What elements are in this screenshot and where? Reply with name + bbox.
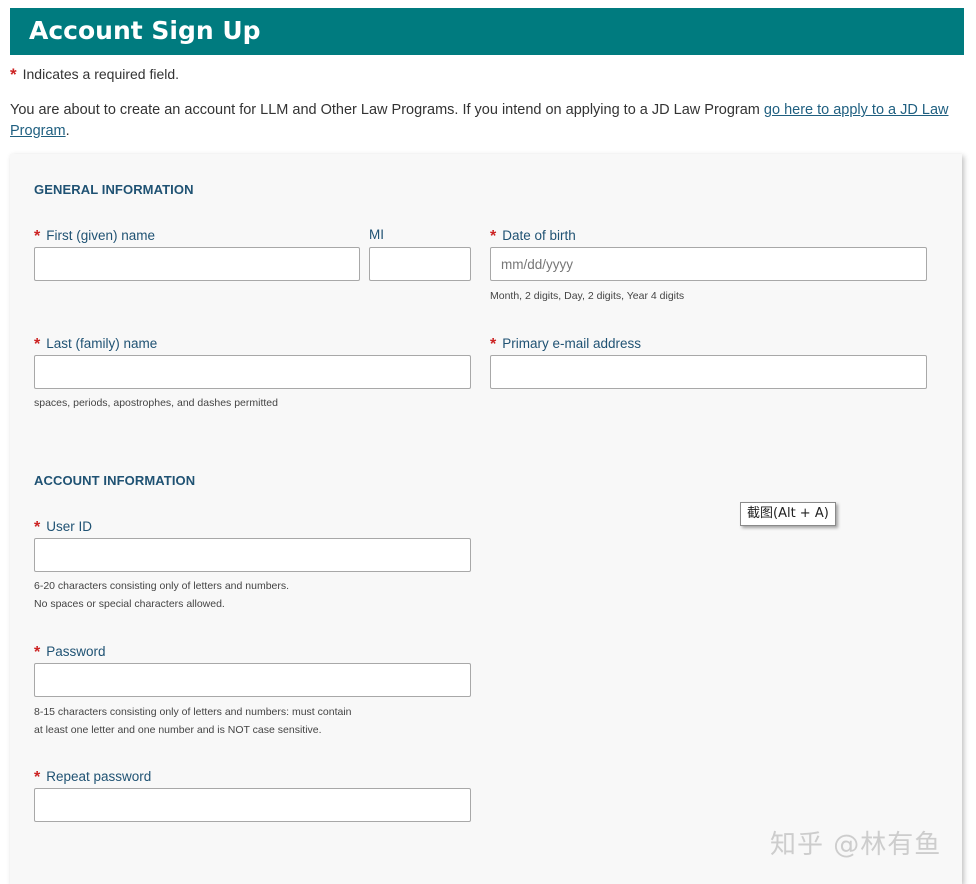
last-name-hint: spaces, periods, apostrophes, and dashes…	[34, 397, 278, 409]
first-name-input[interactable]	[34, 247, 360, 281]
repeat-password-label-text: Repeat password	[46, 769, 152, 784]
required-star: *	[34, 644, 41, 661]
account-information-heading: ACCOUNT INFORMATION	[34, 473, 196, 488]
intro-text: You are about to create an account for L…	[10, 102, 764, 118]
password-label: * Password	[34, 643, 106, 661]
dob-input[interactable]	[490, 247, 927, 281]
mi-label: MI	[369, 227, 384, 242]
first-name-label: * First (given) name	[34, 227, 155, 245]
user-id-input[interactable]	[34, 538, 471, 572]
required-star: *	[490, 336, 497, 353]
required-star: *	[490, 228, 497, 245]
signup-form-panel: GENERAL INFORMATION * First (given) name …	[10, 154, 962, 884]
mi-label-text: MI	[369, 227, 384, 242]
last-name-input[interactable]	[34, 355, 471, 389]
user-id-label: * User ID	[34, 518, 92, 536]
email-label-text: Primary e-mail address	[502, 336, 642, 351]
zhihu-watermark: 知乎 @林有鱼	[770, 830, 942, 860]
last-name-label: * Last (family) name	[34, 335, 157, 353]
password-hint-1: 8-15 characters consisting only of lette…	[34, 706, 352, 718]
mi-input[interactable]	[369, 247, 471, 281]
password-hint-2: at least one letter and one number and i…	[34, 724, 322, 736]
general-information-heading: GENERAL INFORMATION	[34, 182, 194, 197]
email-input[interactable]	[490, 355, 927, 389]
required-star: *	[10, 65, 17, 84]
user-id-hint-1: 6-20 characters consisting only of lette…	[34, 580, 290, 592]
last-name-label-text: Last (family) name	[46, 336, 158, 351]
intro-suffix: .	[65, 123, 70, 139]
repeat-password-input[interactable]	[34, 788, 471, 822]
page-header: Account Sign Up	[10, 8, 964, 55]
password-label-text: Password	[46, 644, 106, 659]
intro-paragraph: You are about to create an account for L…	[10, 100, 960, 142]
required-star: *	[34, 519, 41, 536]
dob-hint: Month, 2 digits, Day, 2 digits, Year 4 d…	[490, 290, 685, 302]
password-input[interactable]	[34, 663, 471, 697]
user-id-label-text: User ID	[46, 519, 92, 534]
user-id-hint-2: No spaces or special characters allowed.	[34, 598, 225, 610]
required-note: * Indicates a required field.	[10, 64, 179, 84]
repeat-password-label: * Repeat password	[34, 768, 151, 786]
email-label: * Primary e-mail address	[490, 335, 641, 353]
required-star: *	[34, 769, 41, 786]
required-note-text: Indicates a required field.	[22, 66, 180, 82]
dob-label-text: Date of birth	[502, 228, 576, 243]
required-star: *	[34, 228, 41, 245]
screenshot-tooltip: 截图(Alt + A)	[740, 502, 836, 526]
dob-label: * Date of birth	[490, 227, 576, 245]
page-title: Account Sign Up	[29, 16, 261, 45]
first-name-label-text: First (given) name	[46, 228, 156, 243]
required-star: *	[34, 336, 41, 353]
